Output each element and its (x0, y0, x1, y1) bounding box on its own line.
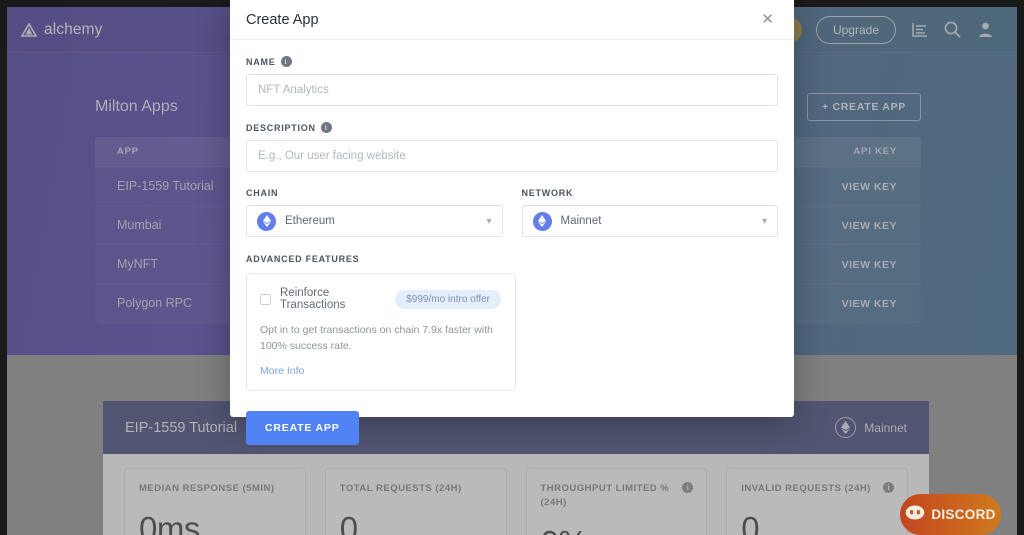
ethereum-icon (835, 417, 857, 438)
reinforce-transactions-description: Opt in to get transactions on chain 7.9x… (260, 324, 493, 353)
description-label-text: DESCRIPTION (246, 122, 316, 133)
view-key-link[interactable]: VIEW KEY (842, 220, 897, 232)
chain-field: CHAIN Ethereum ▾ (246, 188, 503, 237)
dashboard-app-title: EIP-1559 Tutorial (125, 419, 238, 436)
metric-label: THROUGHPUT LIMITED % (24H) (540, 483, 670, 508)
network-field: NETWORK Mainnet ▾ (521, 188, 779, 237)
alchemy-triangle-icon (21, 22, 37, 37)
advanced-features-label: ADVANCED FEATURES (246, 254, 360, 264)
intro-offer-badge: $999/mo intro offer (395, 289, 501, 309)
name-label-text: NAME (246, 56, 276, 67)
chain-network-row: CHAIN Ethereum ▾ NETWORK Mainnet ▾ (246, 188, 778, 237)
metric-card: TOTAL REQUESTS (24H) 0 (324, 468, 507, 535)
screen-root: alchemy Get $100+ Upgrade Milton Apps (0, 0, 1024, 535)
metric-value: 0 (741, 509, 760, 535)
create-app-button[interactable]: + CREATE APP (807, 93, 921, 121)
upgrade-button[interactable]: Upgrade (815, 15, 896, 44)
metric-label: TOTAL REQUESTS (24H) (339, 483, 462, 494)
modal-body: NAME i DESCRIPTION i CHAIN (230, 40, 794, 391)
metric-card: i INVALID REQUESTS (24H) 0 (726, 468, 908, 535)
name-field-label: NAME i (246, 56, 778, 67)
app-name-input[interactable] (246, 74, 778, 106)
app-description-input[interactable] (246, 140, 778, 172)
network-label-text: NETWORK (521, 188, 574, 198)
reinforce-transactions-label: Reinforce Transactions (280, 287, 346, 311)
view-key-link[interactable]: VIEW KEY (842, 181, 897, 193)
metric-value: 0ms (139, 509, 200, 535)
close-icon[interactable]: ✕ (757, 8, 778, 31)
reinforce-transactions-row: Reinforce Transactions $999/mo intro off… (260, 287, 501, 311)
metrics-row: MEDIAN RESPONSE (5MIN) 0ms TOTAL REQUEST… (103, 454, 929, 535)
brand-name: alchemy (44, 20, 103, 38)
create-app-submit-button[interactable]: CREATE APP (246, 410, 359, 445)
info-icon[interactable]: i (883, 482, 894, 493)
dashboard-network: Mainnet (835, 417, 907, 438)
advanced-features-box: Reinforce Transactions $999/mo intro off… (246, 273, 516, 391)
search-icon[interactable] (943, 20, 962, 39)
chain-selected-value: Ethereum (285, 215, 335, 227)
metric-label: MEDIAN RESPONSE (5MIN) (139, 483, 275, 494)
modal-footer: CREATE APP (230, 391, 794, 445)
chart-bars-icon[interactable] (910, 20, 929, 39)
modal-title: Create App (246, 11, 319, 28)
info-icon[interactable]: i (320, 122, 332, 133)
discord-icon (905, 505, 925, 525)
metric-card: i THROUGHPUT LIMITED % (24H) 0% (525, 468, 708, 535)
metric-value: 0% (541, 524, 693, 535)
ethereum-icon (532, 211, 552, 231)
user-account-icon[interactable] (976, 20, 995, 39)
discord-label: DISCORD (931, 507, 996, 522)
discord-widget-button[interactable]: DISCORD (900, 494, 1001, 535)
chain-select[interactable]: Ethereum ▾ (246, 205, 503, 237)
network-field-label: NETWORK (522, 188, 779, 198)
metric-card: MEDIAN RESPONSE (5MIN) 0ms (124, 468, 306, 535)
metric-value: 0 (339, 509, 358, 535)
create-app-modal: Create App ✕ NAME i DESCRIPTION i CHAIN (230, 0, 794, 445)
modal-header: Create App ✕ (230, 0, 794, 40)
more-info-link[interactable]: More Info (260, 365, 501, 377)
view-key-link[interactable]: VIEW KEY (842, 259, 897, 271)
view-key-link[interactable]: VIEW KEY (842, 298, 897, 310)
network-select[interactable]: Mainnet ▾ (521, 205, 778, 237)
info-icon[interactable]: i (280, 56, 292, 67)
chain-label-text: CHAIN (246, 188, 279, 198)
brand-logo[interactable]: alchemy (21, 21, 102, 39)
metric-label: INVALID REQUESTS (24H) (741, 483, 871, 494)
chevron-down-icon: ▾ (761, 215, 767, 227)
dashboard-network-label: Mainnet (864, 420, 907, 435)
ethereum-icon (257, 211, 276, 231)
network-selected-value: Mainnet (560, 215, 602, 227)
info-icon[interactable]: i (682, 482, 694, 493)
description-field-label: DESCRIPTION i (246, 122, 778, 133)
reinforce-transactions-checkbox[interactable] (260, 293, 271, 305)
chain-field-label: CHAIN (246, 188, 503, 198)
apps-title: Milton Apps (95, 98, 178, 115)
chevron-down-icon: ▾ (486, 215, 492, 227)
